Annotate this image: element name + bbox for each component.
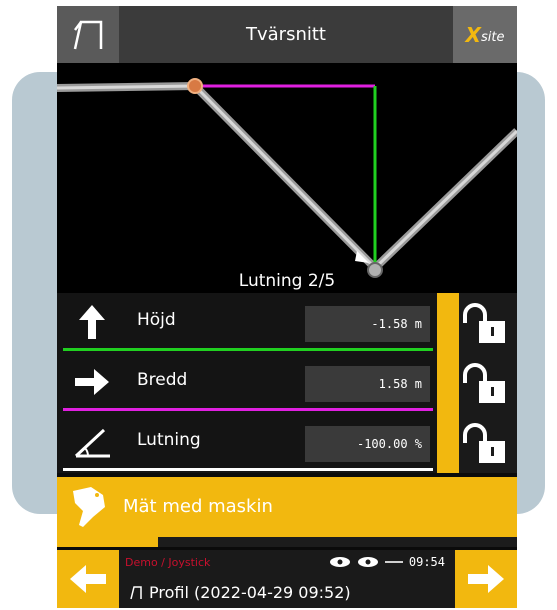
next-button[interactable] <box>455 550 517 608</box>
width-value[interactable]: 1.58 m <box>305 366 430 402</box>
lock-accent-strip <box>437 353 459 413</box>
unlock-icon <box>463 363 505 403</box>
progress-fill <box>57 537 159 547</box>
start-point-marker <box>187 78 203 94</box>
active-profile[interactable]: Profil (2022-04-29 09:52) <box>129 583 351 602</box>
profile-menu-button[interactable] <box>57 6 119 63</box>
row-width: Bredd 1.58 m <box>57 353 437 411</box>
logo-x: X <box>465 22 481 47</box>
unlock-icon <box>463 423 505 463</box>
row-height: Höjd -1.58 m <box>57 293 437 351</box>
mode-indicator: Demo / Joystick <box>125 556 211 569</box>
cross-section-canvas[interactable]: Lutning 2/5 <box>57 63 517 293</box>
xsite-logo[interactable]: X site <box>453 6 517 63</box>
width-indicator-line <box>63 408 433 411</box>
bucket-icon <box>73 487 105 527</box>
bucket-profile-icon <box>73 20 103 49</box>
title-bar: Tvärsnitt X site <box>57 6 517 63</box>
arrow-up-icon <box>67 301 117 343</box>
profile-name: Profil (2022-04-29 09:52) <box>149 583 351 602</box>
height-value[interactable]: -1.58 m <box>305 306 430 342</box>
unlock-icon <box>463 303 505 343</box>
width-label: Bredd <box>137 370 188 390</box>
previous-button[interactable] <box>57 550 119 608</box>
lock-accent-strip <box>437 293 459 353</box>
gnss-antenna-icon <box>357 557 378 567</box>
height-label: Höjd <box>137 310 176 330</box>
arrow-left-icon <box>70 565 106 593</box>
row-slope: Lutning -100.00 % <box>57 413 437 471</box>
status-indicators: 09:54 <box>329 555 445 569</box>
profile-icon <box>130 585 142 599</box>
connection-icon <box>384 561 403 563</box>
cross-section-drawing <box>57 78 517 278</box>
logo-site: site <box>480 30 505 45</box>
slope-indicator-line <box>63 468 433 471</box>
height-lock-button[interactable] <box>459 293 517 353</box>
clock: 09:54 <box>408 555 445 569</box>
height-indicator-line <box>63 348 433 351</box>
arrow-right-icon <box>468 565 504 593</box>
footer-bar: Demo / Joystick 09:54 Profil (2022-04-29… <box>57 550 517 608</box>
lock-accent-strip <box>437 413 459 473</box>
measure-label: Mät med maskin <box>123 496 273 517</box>
measurement-panel: Höjd -1.58 m Bredd 1.58 m Lutning -100.0… <box>57 293 517 473</box>
app-window: Tvärsnitt X site Lutning 2/5 Höjd -1.58 … <box>57 6 517 608</box>
slope-value[interactable]: -100.00 % <box>305 426 430 462</box>
segment-label: Lutning 2/5 <box>238 271 336 291</box>
progress-bar <box>57 537 517 547</box>
width-lock-button[interactable] <box>459 353 517 413</box>
arrow-right-icon <box>67 361 117 403</box>
slope-lock-button[interactable] <box>459 413 517 473</box>
status-area: Demo / Joystick 09:54 Profil (2022-04-29… <box>119 550 455 608</box>
lock-column <box>437 293 517 473</box>
slope-label: Lutning <box>137 430 201 450</box>
gnss-antenna-icon <box>329 557 350 567</box>
page-title: Tvärsnitt <box>246 24 326 45</box>
profile-line-inner <box>57 84 517 270</box>
measure-with-machine-button[interactable]: Mät med maskin <box>57 477 517 537</box>
slope-angle-icon <box>67 421 117 463</box>
